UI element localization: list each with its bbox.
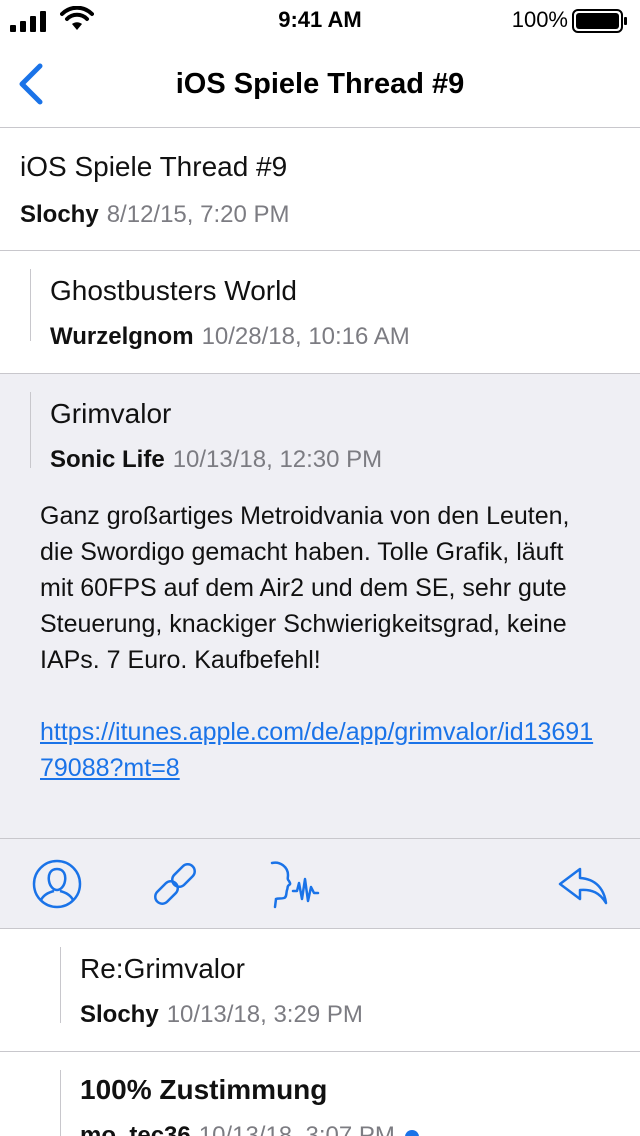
post-date: 10/13/18, 3:07 PM [198,1122,395,1136]
post-title: Grimvalor [50,398,172,429]
post-date: 10/13/18, 12:30 PM [172,446,383,473]
post-author: mo_tec36 [80,1122,191,1136]
post-date: 10/13/18, 3:29 PM [166,1001,363,1028]
post-body-text: Ganz großartiges Metroidvania von den Le… [40,502,570,674]
post-date: 8/12/15, 7:20 PM [106,201,290,228]
unread-indicator [404,1129,419,1136]
post-meta: Sonic Life 10/13/18, 12:30 PM [50,446,382,474]
reply-icon[interactable] [556,857,610,911]
link-icon[interactable] [148,857,202,911]
page-title: iOS Spiele Thread #9 [175,68,465,100]
post-author: Wurzelgnom [50,323,194,350]
thread-post[interactable]: Re:Grimvalor Slochy 10/13/18, 3:29 PM [0,929,640,1052]
expanded-thread-post[interactable]: Grimvalor Sonic Life 10/13/18, 12:30 PM G… [0,374,640,929]
battery-icon [572,9,627,33]
post-title: Ghostbusters World [50,275,297,306]
post-title: iOS Spiele Thread #9 [20,151,288,182]
post-body: Ganz großartiges Metroidvania von den Le… [40,498,600,786]
battery-percent: 100% [511,7,568,32]
thread-post[interactable]: iOS Spiele Thread #9 Slochy 8/12/15, 7:20… [0,129,640,251]
thread-indent-line [30,392,31,468]
thread-indent-line [30,269,31,341]
post-author: Slochy [20,201,99,228]
navigation-bar: iOS Spiele Thread #9 [0,40,640,128]
thread-post[interactable]: Ghostbusters World Wurzelgnom 10/28/18, 1… [0,251,640,374]
post-title: Re:Grimvalor [80,953,245,984]
thread-indent-line [60,947,61,1023]
post-meta: Slochy 10/13/18, 3:29 PM [80,1001,363,1029]
post-link[interactable]: https://itunes.apple.com/de/app/grimvalo… [40,714,600,786]
post-meta: mo_tec36 10/13/18, 3:07 PM [80,1122,419,1136]
thread-post[interactable]: 100% Zustimmung mo_tec36 10/13/18, 3:07 P… [0,1052,640,1136]
post-author: Slochy [80,1001,159,1028]
post-date: 10/28/18, 10:16 AM [201,323,410,350]
post-action-bar [0,838,640,928]
profile-icon[interactable] [30,857,84,911]
thread-indent-line [60,1070,61,1136]
post-meta: Slochy 8/12/15, 7:20 PM [20,201,290,229]
post-author: Sonic Life [50,446,165,473]
status-bar: 9:41 AM 100% [0,0,640,40]
speak-icon[interactable] [266,857,320,911]
post-title: 100% Zustimmung [80,1074,328,1105]
post-meta: Wurzelgnom 10/28/18, 10:16 AM [50,323,410,351]
